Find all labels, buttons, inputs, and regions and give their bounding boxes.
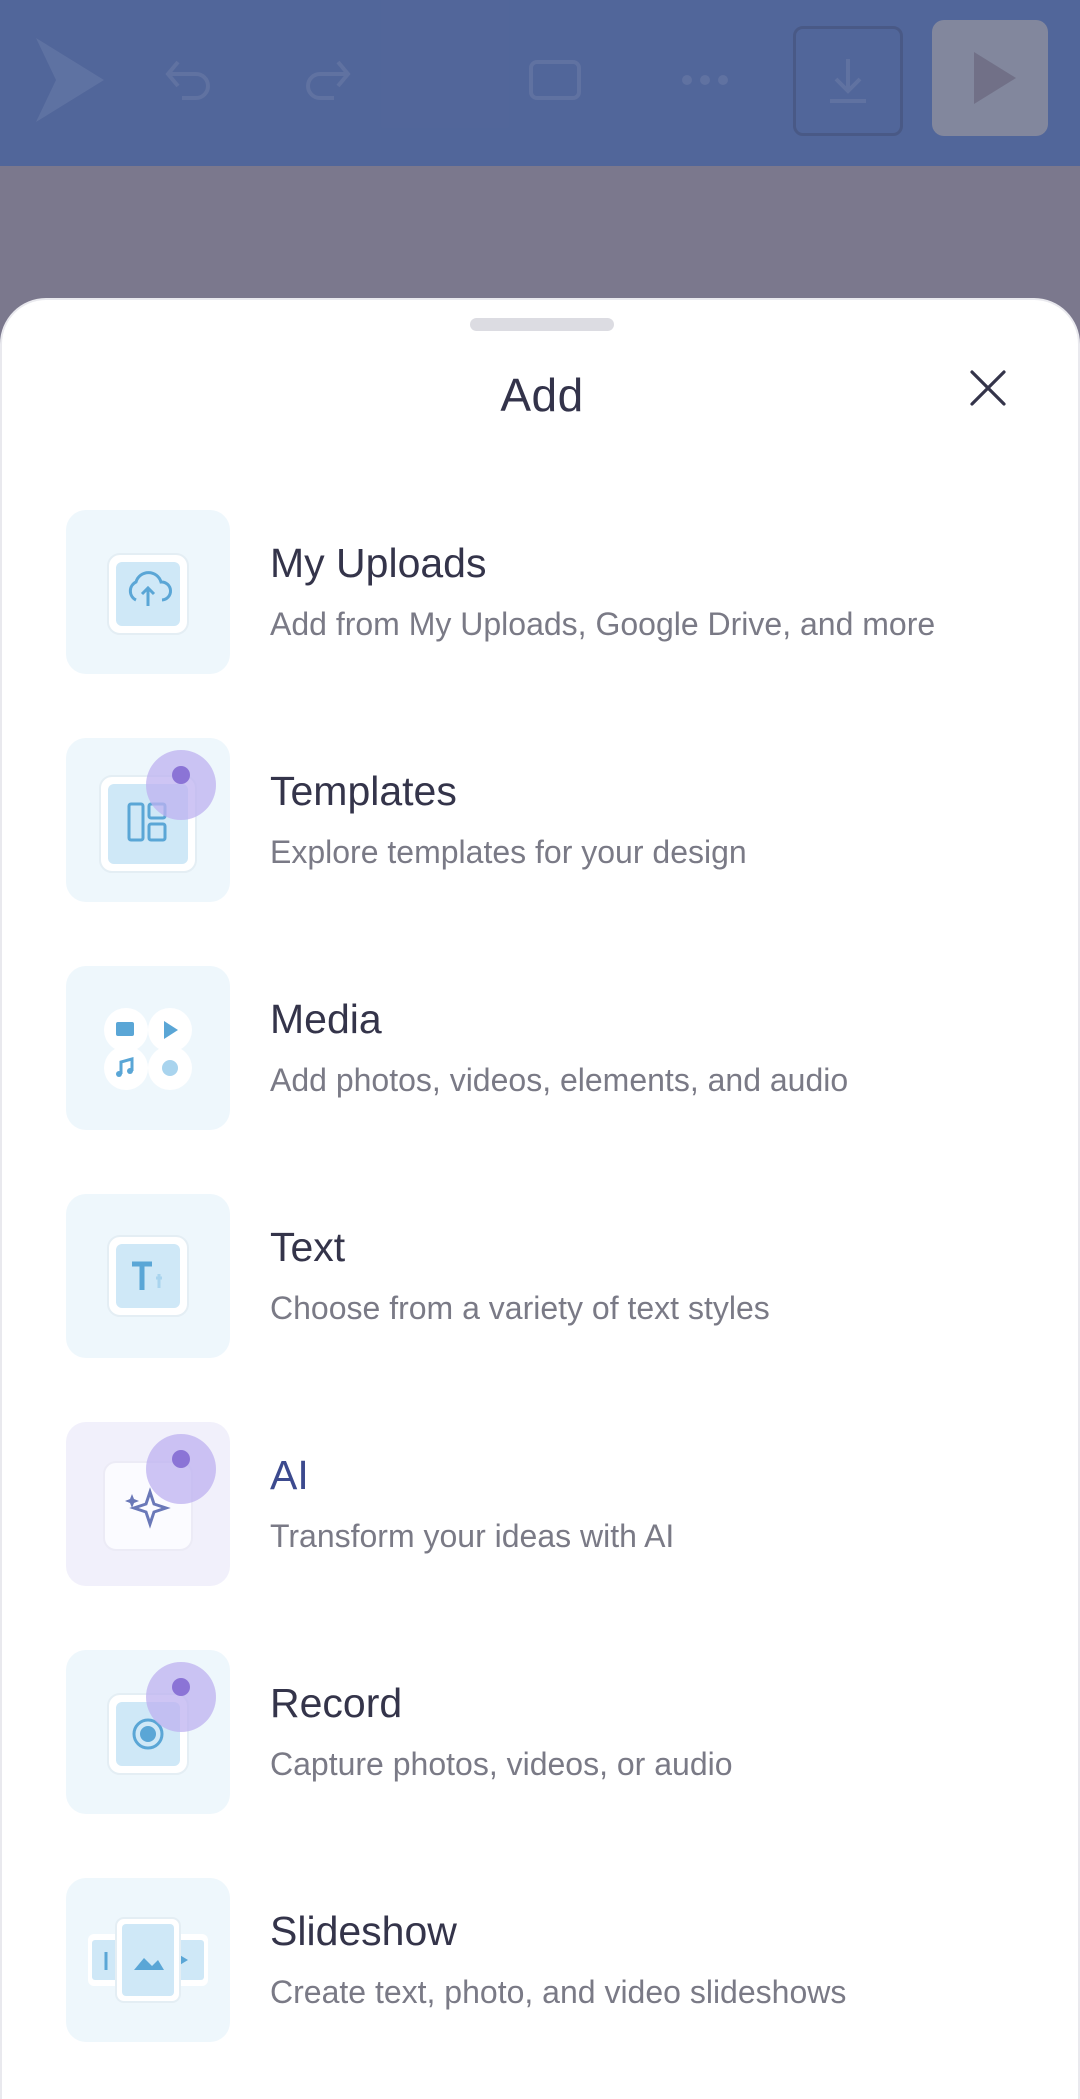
menu-item-media[interactable]: Media Add photos, videos, elements, and …: [2, 966, 1080, 1146]
item-title: AI: [270, 1452, 309, 1498]
item-title: Record: [270, 1680, 403, 1726]
item-description: Explore templates for your design: [270, 834, 747, 870]
close-button[interactable]: [958, 358, 1018, 418]
item-description: Add from My Uploads, Google Drive, and m…: [270, 606, 936, 642]
menu-item-ai[interactable]: AI Transform your ideas with AI: [2, 1422, 1080, 1602]
item-description: Capture photos, videos, or audio: [270, 1746, 733, 1782]
text-icon: [107, 1235, 189, 1317]
slideshow-tile: [66, 1878, 230, 2042]
text-tile: [66, 1194, 230, 1358]
slideshow-icon: [88, 1917, 208, 2003]
media-tile: [66, 966, 230, 1130]
close-icon: [970, 370, 1006, 406]
menu-item-text[interactable]: Text Choose from a variety of text style…: [2, 1194, 1080, 1374]
item-title: Templates: [270, 768, 457, 814]
new-badge-icon: [146, 1434, 216, 1504]
cloud-upload-icon: [107, 553, 189, 635]
download-icon[interactable]: [793, 26, 903, 136]
play-icon[interactable]: [932, 20, 1048, 136]
more-icon[interactable]: [675, 62, 735, 98]
redo-icon[interactable]: [300, 52, 356, 108]
item-title: Slideshow: [270, 1908, 457, 1954]
item-title: My Uploads: [270, 540, 487, 586]
item-description: Create text, photo, and video slideshows: [270, 1974, 847, 2010]
app-logo-icon[interactable]: [30, 30, 110, 130]
item-description: Add photos, videos, elements, and audio: [270, 1062, 849, 1098]
menu-item-record[interactable]: Record Capture photos, videos, or audio: [2, 1650, 1080, 1830]
item-description: Choose from a variety of text styles: [270, 1290, 770, 1326]
item-title: Media: [270, 996, 382, 1042]
record-tile: [66, 1650, 230, 1814]
menu-item-slideshow[interactable]: Slideshow Create text, photo, and video …: [2, 1878, 1080, 2058]
new-badge-icon: [146, 1662, 216, 1732]
menu-item-my-uploads[interactable]: My Uploads Add from My Uploads, Google D…: [2, 510, 1080, 690]
templates-tile: [66, 738, 230, 902]
item-description: Transform your ideas with AI: [270, 1518, 675, 1554]
uploads-tile: [66, 510, 230, 674]
media-icon: [104, 1008, 192, 1090]
undo-icon[interactable]: [160, 52, 216, 108]
ai-tile: [66, 1422, 230, 1586]
sheet-drag-handle[interactable]: [470, 318, 614, 331]
add-bottom-sheet: Add My Uploads Add from My Uploads, Goog…: [0, 298, 1080, 2099]
sheet-title: Add: [500, 369, 584, 421]
menu-item-templates[interactable]: Templates Explore templates for your des…: [2, 738, 1080, 918]
new-badge-icon: [146, 750, 216, 820]
preview-icon[interactable]: [525, 52, 585, 108]
item-title: Text: [270, 1224, 346, 1270]
editor-toolbar: [0, 0, 1080, 166]
